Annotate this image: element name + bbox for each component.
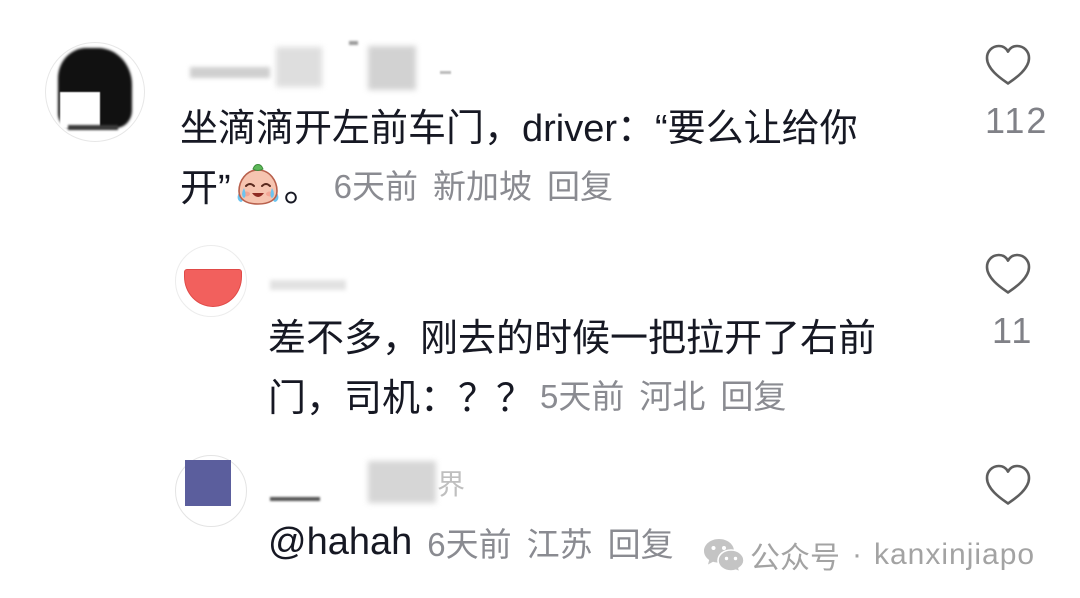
blurred-text-block <box>276 47 322 87</box>
reply-location: 江苏 <box>526 526 593 563</box>
watermark-separator: · <box>852 538 862 571</box>
reply-text: 差不多，刚去的时候一把拉开了右前 <box>268 304 876 364</box>
reply-text-line: 门，司机：？？ <box>268 377 535 420</box>
crying-emoji-icon <box>233 161 283 207</box>
heart-icon <box>985 464 1031 505</box>
blurred-text-block <box>349 41 358 45</box>
blurred-text-block <box>368 461 436 503</box>
username-visible-fragment: 界 <box>437 469 466 500</box>
watermark-label: 公众号 <box>750 542 840 575</box>
reply-time: 5天前 <box>540 378 625 415</box>
commenter-avatar[interactable] <box>45 42 145 142</box>
reply-avatar[interactable] <box>175 455 247 527</box>
watermark-text: 公众号 · kanxinjiapo <box>750 537 1036 575</box>
comment-text-continued: 开” 。 6天前 新加坡 回复 <box>180 154 613 214</box>
like-button[interactable] <box>984 43 1032 87</box>
comment-text: 坐滴滴开左前车门，driver：“要么让给你 <box>180 94 858 154</box>
heart-icon <box>985 253 1031 294</box>
watermark-account: kanxinjiapo <box>874 538 1036 571</box>
reply-text: @hahah 6天前 江苏 回复 <box>268 512 674 572</box>
comment-text-line: 。 <box>283 167 322 210</box>
heart-icon <box>985 44 1031 85</box>
like-button[interactable] <box>984 252 1032 296</box>
wechat-icon <box>703 537 745 574</box>
reply-button[interactable]: 回复 <box>720 370 786 418</box>
blurred-text-block <box>190 67 270 78</box>
like-count: 112 <box>985 100 1049 141</box>
reply-button[interactable]: 回复 <box>608 518 674 566</box>
mention-link[interactable]: @hahah <box>268 521 412 564</box>
masked-avatar-image <box>68 125 118 130</box>
masked-avatar-image <box>60 92 100 128</box>
like-button[interactable] <box>984 463 1032 507</box>
comment-location: 新加坡 <box>433 168 533 205</box>
comment-text-line: 坐滴滴开左前车门，driver：“要么让给你 <box>180 107 858 150</box>
blurred-text-block <box>270 497 320 501</box>
avatar-image <box>185 460 231 506</box>
reply-time: 6天前 <box>427 526 512 563</box>
comment-time: 6天前 <box>333 168 419 205</box>
like-count: 11 <box>992 310 1034 351</box>
reply-text-continued: 门，司机：？？ 5天前 河北 回复 <box>268 364 786 424</box>
avatar-image <box>184 269 242 307</box>
blurred-text-block <box>368 46 416 90</box>
reply-location: 河北 <box>639 378 706 415</box>
reply-avatar[interactable] <box>175 245 247 317</box>
comment-text-line: 开” <box>180 167 231 210</box>
blurred-text-block <box>440 71 451 74</box>
reply-text-line: 差不多，刚去的时候一把拉开了右前 <box>268 317 877 360</box>
reply-button[interactable]: 回复 <box>547 160 613 208</box>
blurred-text-block <box>270 280 346 290</box>
